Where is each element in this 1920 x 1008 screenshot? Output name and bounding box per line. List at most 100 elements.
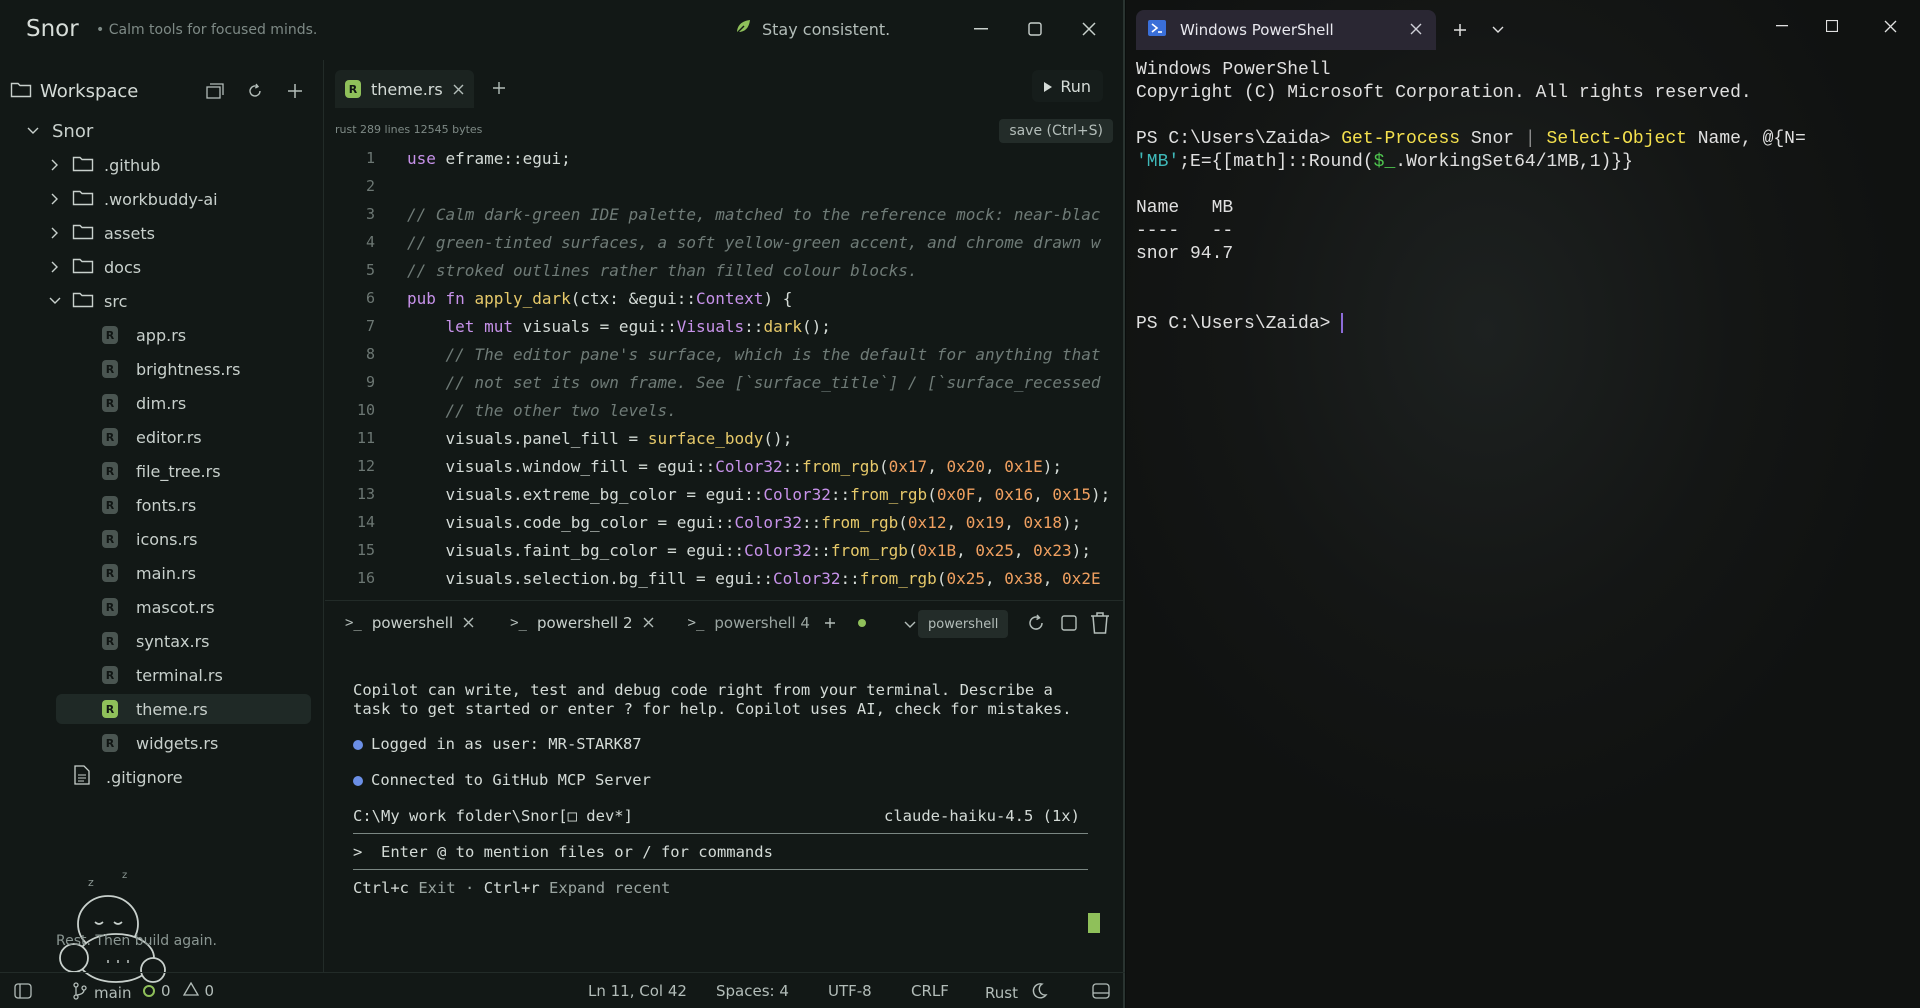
tree-file[interactable]: Rfile_tree.rs [102,456,221,486]
rust-file-icon: R [102,700,118,718]
code-line: // stroked outlines rather than filled c… [407,260,918,280]
minimize-icon[interactable] [1764,12,1800,40]
tree-file[interactable]: Reditor.rs [102,422,202,452]
sidebar-toggle-icon[interactable] [14,983,32,999]
tree-file[interactable]: Rapp.rs [102,320,186,350]
tree-file-active[interactable]: Rtheme.rs [56,694,311,724]
moon-icon[interactable] [1030,982,1048,1004]
run-button[interactable]: Run [1032,70,1103,102]
tree-folder-label: .workbuddy-ai [104,189,218,209]
encoding[interactable]: UTF-8 [828,982,872,1000]
close-icon[interactable] [453,80,464,99]
rust-file-icon: R [102,598,118,616]
maximize-panel-icon[interactable] [1061,615,1077,635]
trash-icon[interactable] [1090,612,1110,638]
maximize-icon[interactable] [1020,14,1050,44]
tab-theme-rs[interactable]: R theme.rs [335,70,474,108]
terminal-prompt-icon: >_ [345,615,362,631]
terminal-tab[interactable]: >_ powershell 2 [510,614,654,632]
new-tab-plus-icon[interactable] [492,80,506,99]
refresh-icon[interactable] [243,79,267,103]
tree-file[interactable]: Ricons.rs [102,524,198,554]
chevron-down-icon[interactable] [1482,14,1514,46]
mascot-z: z [88,876,94,889]
status-dot [353,739,363,750]
terminal-prompt-icon: >_ [687,615,705,631]
ps-current-prompt[interactable]: PS C:\Users\Zaida> [1136,313,1344,334]
tree-file[interactable]: Rdim.rs [102,388,186,418]
tree-root[interactable]: Snor [24,116,93,146]
run-label: Run [1060,76,1091,96]
terminal-tab[interactable]: >_ powershell [345,614,474,632]
tree-file[interactable]: Rmain.rs [102,558,196,588]
close-icon[interactable] [643,614,654,632]
leaf-icon [734,18,752,40]
workspace-header: Workspace [10,76,315,106]
tree-file[interactable]: Rterminal.rs [102,660,223,690]
hint-key: Ctrl+c [353,879,409,897]
ps-prompt: PS C:\Users\Zaida> [1136,129,1331,149]
tree-file[interactable]: Rwidgets.rs [102,728,218,758]
model-label: claude-haiku-4.5 (1x) [884,807,1080,825]
tree-file[interactable]: Rbrightness.rs [102,354,240,384]
tree-file[interactable]: Rsyntax.rs [102,626,210,656]
line-number: 11 [356,429,375,447]
shell-selector[interactable]: powershell [918,610,1009,638]
maximize-icon[interactable] [1814,12,1850,40]
line-number: 2 [365,177,375,195]
plus-icon[interactable] [283,79,307,103]
line-number: 3 [365,205,375,223]
copilot-intro-2: task to get started or enter ? for help.… [353,700,1072,718]
save-button[interactable]: save (Ctrl+S) [999,119,1113,143]
folder-icon [72,222,94,244]
ps-table-row: snor 94.7 [1136,244,1234,264]
rust-file-icon: R [102,530,118,548]
code-line: // not set its own frame. See [`surface_… [407,372,1101,392]
panel-icon[interactable] [1092,983,1110,999]
tree-file-label: fonts.rs [136,495,197,515]
close-icon[interactable] [463,614,474,632]
prompt-input[interactable]: > Enter @ to mention files or / for comm… [353,843,773,861]
language-mode[interactable]: Rust [985,982,1048,1004]
problems-indicator[interactable]: 0 0 [143,981,215,1000]
ps-dash-name: ---- [1136,221,1180,241]
app-name: Snor [26,16,79,42]
error-count: 0 [161,982,171,1000]
code-area[interactable]: 1 use eframe::egui; 2 3 // Calm dark-green… [325,144,1123,595]
line-ending[interactable]: CRLF [911,982,949,1000]
code-line: visuals.code_bg_color = egui::Color32::f… [407,512,1082,532]
tree-folder-label: docs [104,257,142,277]
close-icon[interactable] [1872,12,1908,40]
tree-file[interactable]: Rfonts.rs [102,490,196,520]
tree-file[interactable]: Rmascot.rs [102,592,215,622]
collapse-all-icon[interactable] [203,79,227,103]
tree-folder[interactable]: .github [46,150,160,180]
cursor-position[interactable]: Ln 11, Col 42 [588,982,687,1000]
close-icon[interactable] [1410,21,1422,39]
tree-folder[interactable]: assets [46,218,155,248]
chevron-down-icon[interactable] [904,614,916,633]
tree-folder[interactable]: docs [46,252,141,282]
close-icon[interactable] [1074,14,1104,44]
activity-dot [857,619,866,627]
tree-file[interactable]: .gitignore [74,762,183,792]
tab-windows-powershell[interactable]: Windows PowerShell [1136,10,1436,50]
plus-icon[interactable] [824,614,836,633]
tree-file-label: brightness.rs [136,359,241,379]
line-number: 15 [356,541,375,559]
chevron-right-icon [46,261,64,273]
new-tab-plus-icon[interactable] [1444,14,1476,46]
ps-col-mb: MB [1211,198,1234,218]
indent-setting[interactable]: Spaces: 4 [716,982,789,1000]
tree-folder[interactable]: .workbuddy-ai [46,184,218,214]
terminal-tab[interactable]: >_ powershell 4 [688,614,810,632]
branch-indicator[interactable]: main [72,982,131,1004]
ps-header-1: Windows PowerShell [1136,60,1331,80]
restart-icon[interactable] [1026,613,1046,637]
tree-folder-src[interactable]: src [46,286,127,316]
tree-file-label: main.rs [136,563,196,583]
powershell-icon [1148,20,1166,40]
warning-count: 0 [204,982,215,1000]
minimize-icon[interactable] [966,14,996,44]
code-line: visuals.extreme_bg_color = egui::Color32… [407,484,1111,504]
